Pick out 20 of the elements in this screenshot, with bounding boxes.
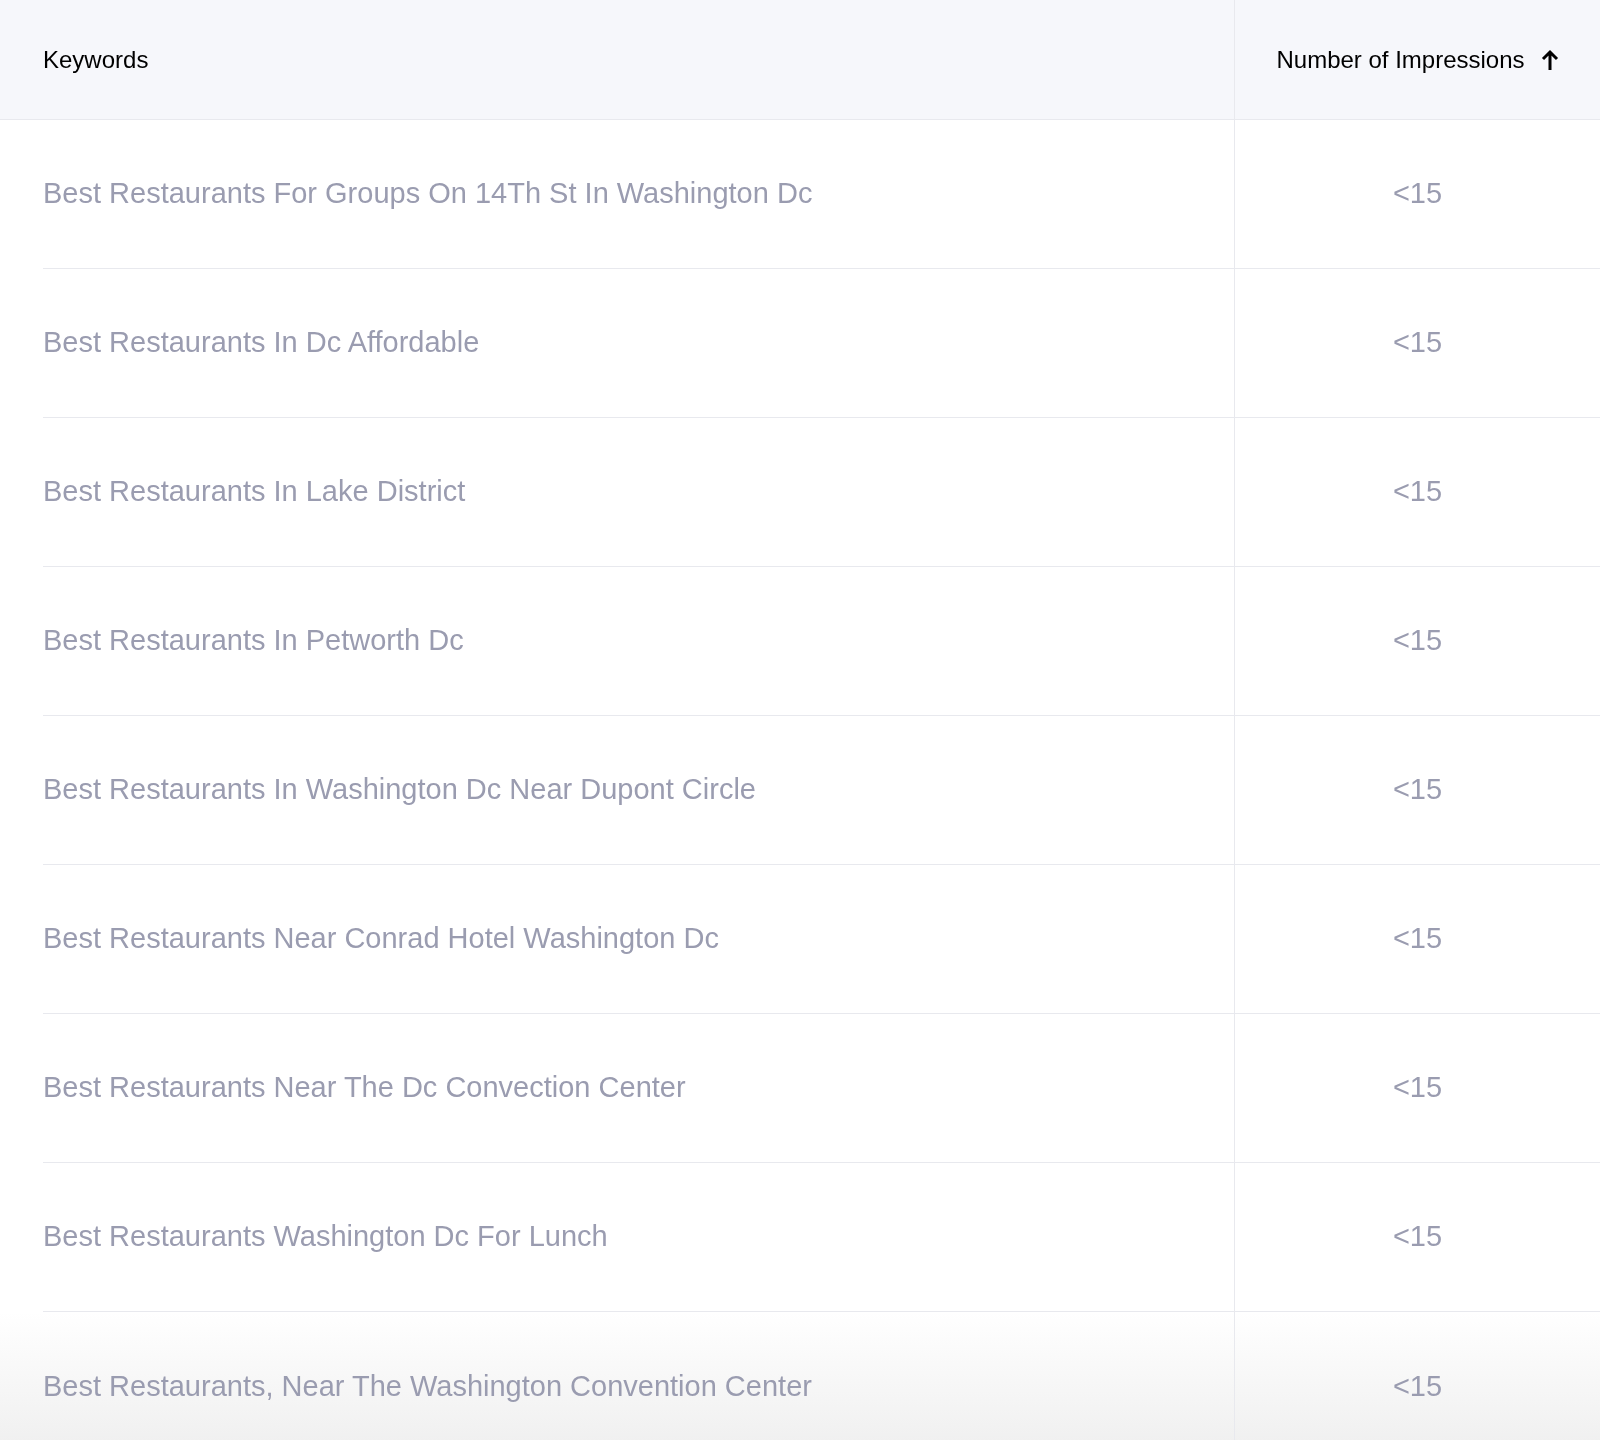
impressions-cell-text: <15	[1392, 772, 1443, 808]
impressions-cell-text: <15	[1392, 325, 1443, 361]
impressions-cell-text: <15	[1392, 921, 1443, 957]
keyword-cell-text: Best Restaurants Washington Dc For Lunch	[43, 1219, 608, 1255]
impressions-cell-text: <15	[1392, 1368, 1443, 1404]
column-header[interactable]: Number of Impressions	[1276, 41, 1559, 78]
keyword-cell-text: Best Restaurants Near Conrad Hotel Washington Dc	[43, 921, 719, 957]
impressions-cell-text: <15	[1392, 474, 1443, 510]
impressions-cell-text: <15	[1392, 623, 1443, 659]
column-header[interactable]: Keywords	[43, 41, 149, 78]
keyword-cell-text: Best Restaurants In Washington Dc Near Dupont Circle	[43, 772, 756, 808]
impressions-cell-text: <15	[1392, 176, 1443, 212]
keyword-cell-text: Best Restaurants In Petworth Dc	[43, 623, 464, 659]
keyword-cell-text: Best Restaurants In Dc Affordable	[43, 325, 480, 361]
keyword-cell-text: Best Restaurants For Groups On 14Th St In Washington Dc	[43, 176, 813, 212]
keyword-cell-text: Best Restaurants In Lake District	[43, 474, 466, 510]
impressions-cell-text: <15	[1392, 1219, 1443, 1255]
impressions-cell-text: <15	[1392, 1070, 1443, 1106]
keyword-cell-text: Best Restaurants Near The Dc Convection Center	[43, 1070, 686, 1106]
keyword-cell-text: Best Restaurants, Near The Washington Convention Center	[43, 1368, 812, 1404]
